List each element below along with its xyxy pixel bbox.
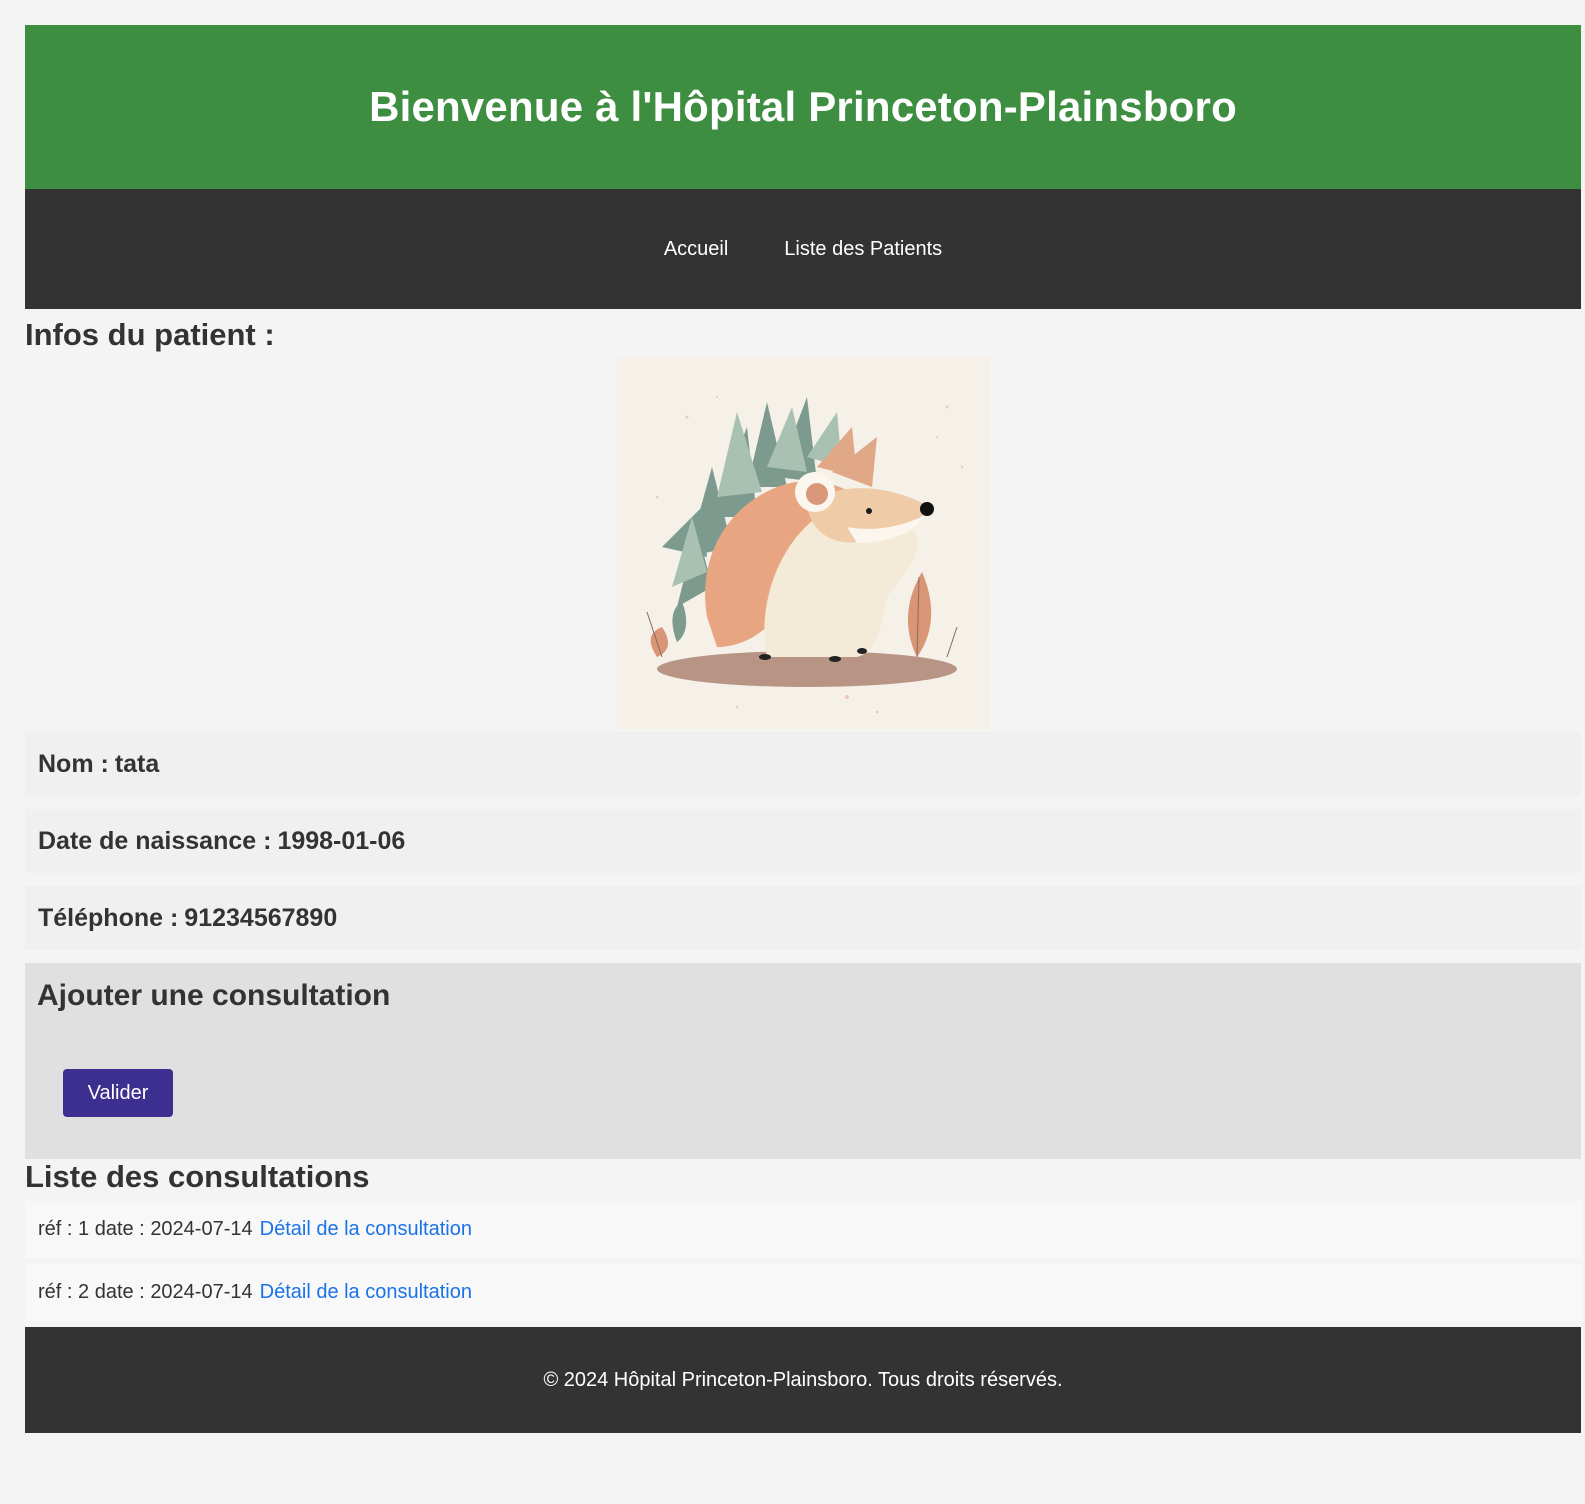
consultation-date: 2024-07-14 (150, 1218, 253, 1240)
consultation-list-item: réf : 2 date : 2024-07-14 Détail de la c… (25, 1264, 1581, 1321)
patient-phone-row: Téléphone : 91234567890 (25, 886, 1581, 950)
submit-consultation-button[interactable]: Valider (63, 1069, 173, 1117)
patient-birthdate-value: 1998-01-06 (277, 826, 406, 855)
consultation-detail-link[interactable]: Détail de la consultation (260, 1281, 472, 1304)
consultation-list-item: réf : 1 date : 2024-07-14 Détail de la c… (25, 1201, 1581, 1258)
consultation-date-label: date : (94, 1218, 145, 1240)
consultation-detail-link[interactable]: Détail de la consultation (260, 1218, 472, 1241)
site-title: Bienvenue à l'Hôpital Princeton-Plainsbo… (369, 83, 1237, 130)
site-footer: © 2024 Hôpital Princeton-Plainsboro. Tou… (25, 1327, 1581, 1433)
consultation-list-title: Liste des consultations (25, 1159, 370, 1194)
patient-phone-value: 91234567890 (184, 903, 338, 932)
patient-name-row: Nom : tata (25, 732, 1581, 796)
patient-name-value: tata (114, 749, 160, 778)
consultation-ref-label: réf : (38, 1218, 73, 1240)
main-nav: Accueil Liste des Patients (25, 189, 1581, 309)
patient-birthdate-row: Date de naissance : 1998-01-06 (25, 809, 1581, 873)
patient-birthdate-label: Date de naissance : (38, 826, 272, 855)
patient-avatar-hedgehog-icon (616, 357, 990, 730)
add-consultation-form: Ajouter une consultation Valider (25, 963, 1581, 1159)
page: Bienvenue à l'Hôpital Princeton-Plainsbo… (25, 25, 1581, 1433)
footer-copyright: © 2024 Hôpital Princeton-Plainsboro. Tou… (543, 1368, 1063, 1391)
nav-link-accueil[interactable]: Accueil (664, 238, 728, 261)
patient-info-title: Infos du patient : (25, 317, 275, 352)
patient-phone-label: Téléphone : (38, 903, 179, 932)
add-consultation-title: Ajouter une consultation (37, 979, 391, 1012)
consultation-ref: 2 (78, 1281, 90, 1303)
avatar-container (25, 357, 1581, 732)
consultation-ref-label: réf : (38, 1281, 73, 1303)
consultation-date: 2024-07-14 (150, 1281, 253, 1303)
consultation-ref: 1 (78, 1218, 90, 1240)
nav-link-liste-patients[interactable]: Liste des Patients (784, 238, 942, 261)
patient-name-label: Nom : (38, 749, 109, 778)
site-header: Bienvenue à l'Hôpital Princeton-Plainsbo… (25, 25, 1581, 189)
consultation-date-label: date : (94, 1281, 145, 1303)
